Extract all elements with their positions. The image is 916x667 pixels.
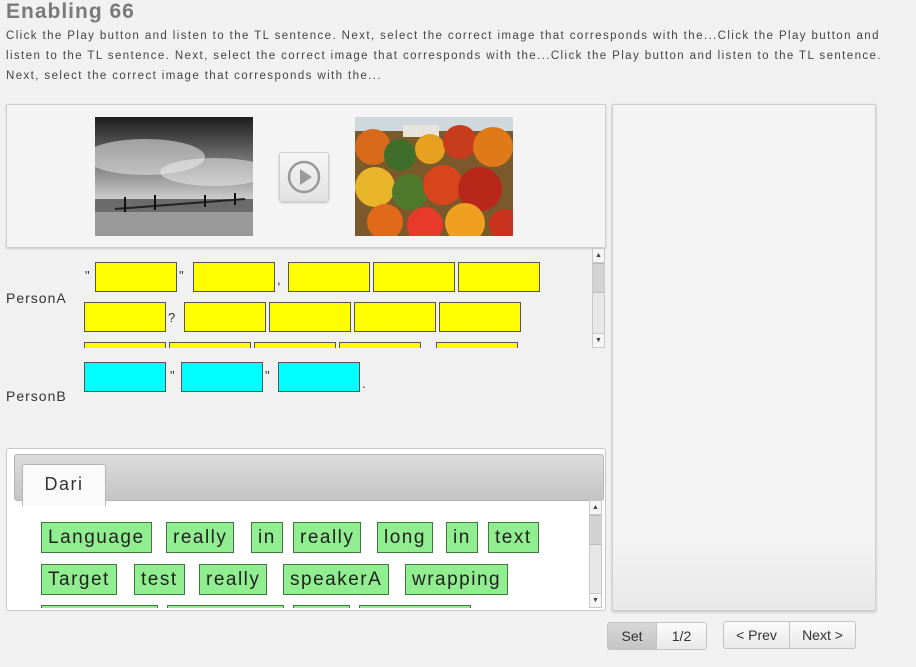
word-bank-panel: Dari Language really in really long in t… [6, 448, 606, 611]
next-button[interactable]: Next > [789, 621, 856, 649]
image-option-1[interactable] [95, 117, 253, 236]
scroll-thumb[interactable] [593, 263, 604, 293]
prev-button[interactable]: < Prev [723, 621, 790, 649]
landscape-bw-icon [95, 117, 253, 236]
person-b-label: PersonB [6, 388, 67, 404]
answer-blank[interactable] [181, 362, 263, 392]
word-chip[interactable]: in [446, 522, 478, 553]
word-chip-partial[interactable] [41, 605, 158, 608]
answer-blank[interactable] [269, 302, 351, 332]
answer-blank[interactable] [95, 262, 177, 292]
question-mark: ? [168, 310, 176, 325]
media-panel [6, 104, 606, 248]
image-option-2[interactable] [355, 117, 513, 236]
word-list: Language really in really long in text T… [7, 500, 589, 608]
quote-mark: " [179, 268, 184, 283]
answer-blank[interactable] [458, 262, 540, 292]
answer-blank[interactable] [436, 342, 518, 348]
answer-blank[interactable] [354, 302, 436, 332]
comma-mark: , [277, 272, 281, 287]
word-chip[interactable]: really [293, 522, 362, 553]
person-a-label: PersonA [6, 290, 67, 306]
word-chip[interactable]: long [377, 522, 433, 553]
word-chip[interactable]: test [134, 564, 185, 595]
page-indicator: 1/2 [656, 622, 707, 650]
word-chip[interactable]: really [166, 522, 235, 553]
answer-blank[interactable] [193, 262, 275, 292]
answer-blank[interactable] [84, 342, 166, 348]
answer-blank[interactable] [339, 342, 421, 348]
set-button[interactable]: Set [607, 622, 657, 650]
word-chip[interactable]: speakerA [283, 564, 390, 595]
answer-blank[interactable] [184, 302, 266, 332]
word-chip[interactable]: wrapping [405, 564, 509, 595]
scroll-thumb[interactable] [590, 515, 601, 545]
dialogue-area: PersonA " " , ? [0, 248, 606, 348]
page-title: Enabling 66 [6, 0, 135, 23]
answer-blank[interactable] [288, 262, 370, 292]
scroll-down-icon[interactable]: ▼ [593, 333, 604, 347]
scroll-up-icon[interactable]: ▲ [590, 501, 601, 515]
quote-mark: " [170, 368, 175, 383]
period-mark: . [362, 376, 366, 391]
word-chip[interactable]: Language [41, 522, 152, 553]
play-icon [287, 160, 321, 194]
word-chip[interactable]: text [488, 522, 539, 553]
word-chip-partial[interactable] [293, 605, 350, 608]
answer-blank[interactable] [254, 342, 336, 348]
answer-blank[interactable] [84, 302, 166, 332]
quote-mark: " [85, 268, 90, 283]
word-chip[interactable]: Target [41, 564, 117, 595]
word-chip-partial[interactable] [167, 605, 284, 608]
answer-blank[interactable] [84, 362, 166, 392]
play-button[interactable] [279, 152, 329, 202]
word-chip[interactable]: in [251, 522, 283, 553]
dialogue-scrollbar[interactable]: ▲ ▼ [592, 248, 605, 348]
answer-blank[interactable] [439, 302, 521, 332]
word-chip-partial[interactable] [359, 605, 471, 608]
word-bank-scrollbar[interactable]: ▲ ▼ [589, 500, 602, 608]
answer-blank[interactable] [169, 342, 251, 348]
quote-mark: " [265, 368, 270, 383]
scroll-up-icon[interactable]: ▲ [593, 249, 604, 263]
tab-bar: Dari [14, 454, 604, 506]
instructions-text: Click the Play button and listen to the … [6, 30, 882, 82]
answer-blank[interactable] [278, 362, 360, 392]
answer-blank[interactable] [373, 262, 455, 292]
word-chip[interactable]: really [199, 564, 268, 595]
scroll-down-icon[interactable]: ▼ [590, 593, 601, 607]
answer-panel [612, 104, 876, 611]
autumn-forest-icon [355, 117, 513, 236]
